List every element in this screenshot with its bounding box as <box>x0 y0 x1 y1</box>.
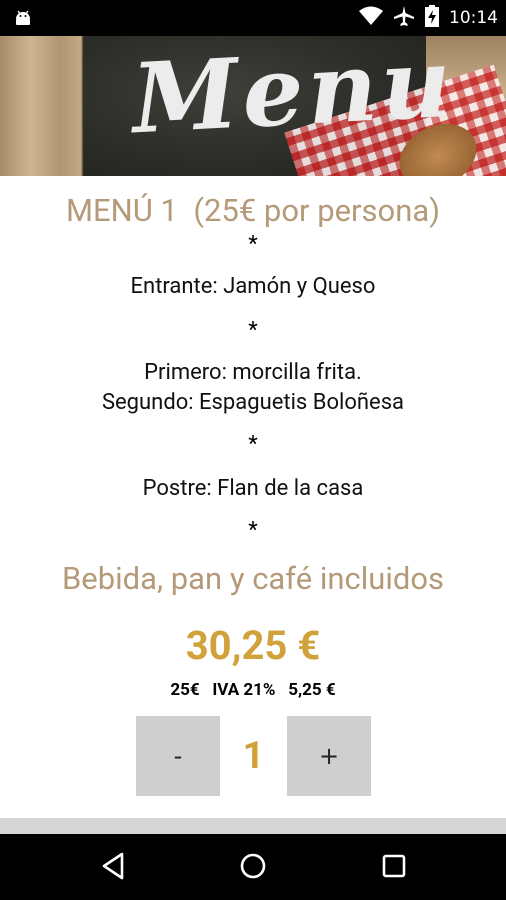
decrease-quantity-button[interactable]: - <box>136 716 220 796</box>
separator-star: * <box>248 232 258 257</box>
clock: 10:14 <box>449 8 498 28</box>
second-course-text: Segundo: Espaguetis Boloñesa <box>101 390 405 415</box>
tax-amount: 5,25 € <box>288 680 336 700</box>
first-course-text: Primero: morcilla frita. <box>144 360 362 385</box>
menu-title: MENÚ 1 (25€ por persona) <box>65 192 441 229</box>
header-menu-text: Menu <box>129 36 458 156</box>
total-price: 30,25 € <box>185 622 321 669</box>
android-icon <box>12 7 34 33</box>
dessert-text: Postre: Flan de la casa <box>142 476 364 501</box>
price-breakdown: 25€ IVA 21% 5,25 € <box>0 680 506 700</box>
menu-header-image: Menu <box>0 36 506 176</box>
status-bar: 10:14 <box>0 0 506 36</box>
tax-label: IVA 21% <box>212 680 276 700</box>
separator-star: * <box>248 318 258 343</box>
separator-star: * <box>248 432 258 457</box>
bottom-strip <box>0 818 506 834</box>
battery-charging-icon <box>425 5 439 31</box>
increase-quantity-button[interactable]: + <box>287 716 371 796</box>
included-text: Bebida, pan y café incluidos <box>61 560 445 597</box>
wifi-icon <box>359 6 383 30</box>
quantity-stepper: - 1 + <box>136 716 371 796</box>
base-price: 25€ <box>170 680 200 700</box>
back-icon[interactable] <box>100 851 128 885</box>
home-icon[interactable] <box>238 851 268 885</box>
quantity-value: 1 <box>242 734 265 778</box>
starter-text: Entrante: Jamón y Queso <box>130 274 376 299</box>
separator-star: * <box>248 518 258 543</box>
recents-icon[interactable] <box>380 851 408 885</box>
airplane-icon <box>393 5 415 31</box>
navigation-bar <box>0 834 506 900</box>
